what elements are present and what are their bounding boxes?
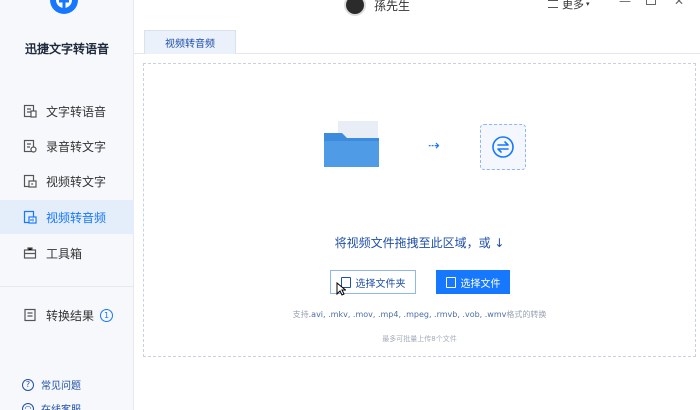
text-doc-icon <box>22 103 38 119</box>
formats-suffix: 格式的转换 <box>506 310 547 319</box>
sidebar-item-label: 录音转文字 <box>46 139 107 154</box>
tab-bar: 视频转音频 <box>134 30 700 54</box>
online-support-link[interactable]: ◠ 在线客服 <box>22 401 81 410</box>
minimize-button[interactable]: — <box>618 0 632 8</box>
sidebar-item-recording-to-text[interactable]: 录音转文字 <box>0 129 134 163</box>
close-button[interactable]: ✕ <box>672 0 686 8</box>
video-doc-icon <box>22 173 38 189</box>
tab-video-to-audio[interactable]: 视频转音频 <box>144 30 236 54</box>
drop-hint: 将视频文件拖拽至此区域，或 ↓ <box>334 236 505 250</box>
minimize-icon: — <box>619 0 631 8</box>
app-title: 迅捷文字转语音 <box>24 42 109 56</box>
close-icon: ✕ <box>673 0 685 8</box>
select-file-label: 选择文件 <box>460 278 501 290</box>
formats-prefix: 支持 <box>292 310 309 319</box>
file-drop-zone[interactable]: ⇢ 将视频文件拖拽至此区域，或 ↓ 选择文件夹 选择文件 支持.avi, .mk… <box>143 63 696 357</box>
support-label: 在线客服 <box>41 401 81 410</box>
supported-formats: 支持.avi, .mkv, .mov, .mp4, .mpeg, .rmvb, … <box>144 309 695 320</box>
app-logo-icon <box>46 0 82 28</box>
sidebar-divider <box>0 286 134 287</box>
result-count-badge: 1 <box>100 308 114 322</box>
sidebar-item-label: 视频转文字 <box>46 174 107 189</box>
formats-list: .avi, .mkv, .mov, .mp4, .mpeg, .rmvb, .v… <box>308 310 507 319</box>
upload-limit: 最多可批量上传8个文件 <box>382 335 457 343</box>
sidebar-item-label: 视频转音频 <box>46 210 107 225</box>
user-name: 孫先生 <box>374 0 411 13</box>
folder-icon <box>324 121 384 171</box>
maximize-icon <box>646 0 656 5</box>
more-label: 更多 <box>562 0 584 11</box>
sidebar-item-text-to-speech[interactable]: 文字转语音 <box>0 94 134 128</box>
select-file-button[interactable]: 选择文件 <box>436 270 510 294</box>
faq-label: 常见问题 <box>41 381 81 392</box>
convert-icon <box>480 124 526 170</box>
sidebar-item-label: 工具箱 <box>46 246 83 261</box>
user-menu[interactable]: 孫先生 <box>344 0 410 16</box>
recording-doc-icon <box>22 138 38 154</box>
question-icon: ? <box>22 378 34 391</box>
mouse-cursor-icon <box>336 281 347 300</box>
avatar <box>344 0 366 16</box>
sidebar: 迅捷文字转语音 文字转语音 录音转文字 视频转文字 视频转音频 工具箱 转换结果… <box>0 0 134 410</box>
faq-link[interactable]: ? 常见问题 <box>22 377 81 392</box>
toolbox-icon <box>22 245 38 261</box>
sidebar-item-label: 文字转语音 <box>46 104 107 119</box>
headset-icon: ◠ <box>22 402 34 410</box>
caret-down-icon: ▾ <box>586 0 590 8</box>
sidebar-item-video-to-audio[interactable]: 视频转音频 <box>0 200 134 234</box>
menu-icon <box>548 0 558 8</box>
video-audio-icon <box>22 209 38 225</box>
sidebar-item-label: 转换结果 <box>46 308 95 323</box>
sidebar-item-toolbox[interactable]: 工具箱 <box>0 236 134 270</box>
result-doc-icon <box>22 307 38 323</box>
arrow-right-icon: ⇢ <box>428 138 440 154</box>
select-folder-label: 选择文件夹 <box>355 278 406 290</box>
sidebar-item-results[interactable]: 转换结果 1 <box>0 298 134 332</box>
sidebar-item-video-to-text[interactable]: 视频转文字 <box>0 164 134 198</box>
maximize-button[interactable] <box>644 0 658 8</box>
more-menu-button[interactable]: 更多 ▾ <box>548 0 590 12</box>
file-plus-icon <box>445 276 456 288</box>
